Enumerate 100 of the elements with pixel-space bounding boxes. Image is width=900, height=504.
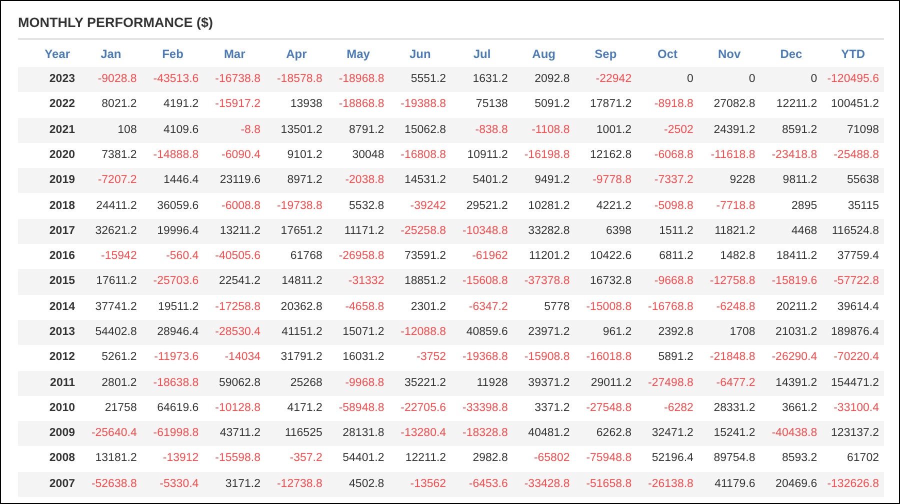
- value-cell: -22942: [574, 67, 637, 92]
- value-cell: -8.8: [204, 118, 266, 143]
- column-header: May: [327, 40, 390, 67]
- value-cell: -33100.4: [822, 396, 884, 422]
- value-cell: 6398: [574, 218, 637, 244]
- value-cell: 11171.2: [327, 218, 390, 244]
- value-cell: -39242: [389, 193, 452, 219]
- value-cell: 14391.2: [760, 370, 822, 396]
- value-cell: 20211.2: [760, 294, 822, 320]
- value-cell: -16808.8: [389, 142, 452, 168]
- value-cell: -12088.8: [389, 320, 452, 346]
- value-cell-text: 13938: [289, 97, 324, 112]
- value-cell: 5401.2: [451, 168, 513, 194]
- value-cell: 10911.2: [451, 142, 513, 168]
- value-cell: -18968.8: [327, 67, 390, 92]
- value-cell: -15598.8: [204, 446, 266, 472]
- value-cell: -15008.8: [574, 294, 637, 320]
- value-cell: -5330.4: [142, 472, 204, 498]
- value-cell-text: 75138: [474, 97, 509, 112]
- value-cell: 9101.2: [266, 142, 328, 168]
- value-cell: 35221.2: [389, 370, 452, 396]
- value-cell: -13562: [389, 472, 452, 498]
- value-cell: -33398.8: [451, 396, 513, 422]
- value-cell: 8593.2: [760, 446, 822, 472]
- value-cell: -7207.2: [80, 168, 142, 194]
- value-cell-text: 8021.2: [100, 97, 138, 112]
- value-cell: 17611.2: [80, 269, 142, 295]
- value-cell: -6008.8: [204, 193, 266, 219]
- value-cell: 37741.2: [80, 294, 142, 320]
- value-cell: -6248.8: [698, 294, 760, 320]
- value-cell: 35115: [822, 193, 884, 219]
- column-header: Dec: [760, 40, 822, 67]
- value-cell: -26138.8: [636, 472, 698, 498]
- value-cell: 1631.2: [451, 67, 513, 92]
- value-cell: 13181.2: [80, 446, 142, 472]
- value-cell: -838.8: [451, 118, 513, 143]
- value-cell: -61962: [451, 244, 513, 270]
- value-cell: 8971.2: [266, 168, 328, 194]
- column-header: YTD: [822, 40, 884, 67]
- year-cell: 2008: [18, 446, 80, 472]
- value-cell: -11618.8: [698, 142, 760, 168]
- value-cell: -51658.8: [574, 472, 637, 498]
- value-cell: -5098.8: [636, 193, 698, 219]
- value-cell: 4171.2: [266, 396, 328, 422]
- value-cell: 15071.2: [327, 320, 390, 346]
- value-cell: -120495.6: [822, 67, 884, 92]
- value-cell: 28331.2: [698, 396, 760, 422]
- value-cell: 55638: [822, 168, 884, 194]
- value-cell: -16768.8: [636, 294, 698, 320]
- value-cell-text: -19368.8: [462, 350, 509, 366]
- value-cell: -58948.8: [327, 396, 390, 422]
- value-cell: -4658.8: [327, 294, 390, 320]
- value-cell: -14888.8: [142, 142, 204, 168]
- value-cell: 21031.2: [760, 320, 822, 346]
- value-cell: 1446.4: [142, 168, 204, 194]
- section-title: MONTHLY PERFORMANCE ($): [18, 13, 884, 40]
- column-header: Jun: [389, 40, 452, 67]
- value-cell: 28946.4: [142, 320, 204, 346]
- value-cell: 32471.2: [636, 421, 698, 446]
- value-cell-text: 17871.2: [589, 97, 633, 112]
- year-cell-text: 2022: [48, 97, 76, 112]
- value-cell: 1511.2: [636, 218, 698, 244]
- value-cell-text: -15917.2: [214, 97, 262, 112]
- value-cell: 37759.4: [822, 244, 884, 270]
- column-header: Apr: [266, 40, 328, 67]
- value-cell: -15819.6: [760, 269, 822, 295]
- value-cell: 23119.6: [204, 168, 266, 194]
- value-cell: -57722.8: [822, 269, 884, 295]
- value-cell: 14531.2: [389, 168, 452, 194]
- value-cell: 6811.2: [636, 244, 698, 270]
- value-cell: 5551.2: [389, 67, 452, 92]
- value-cell: 23971.2: [512, 320, 575, 346]
- value-cell: -357.2: [266, 446, 328, 472]
- year-cell: 2018: [18, 193, 80, 219]
- value-cell: 2301.2: [389, 294, 452, 320]
- value-cell: 11201.2: [512, 244, 575, 270]
- value-cell: 0: [698, 67, 760, 92]
- value-cell: 4502.8: [327, 472, 390, 498]
- value-cell: 71098: [822, 118, 884, 143]
- year-cell: 2013: [18, 320, 80, 346]
- value-cell: 18411.2: [760, 244, 822, 270]
- value-cell: 12162.8: [574, 142, 637, 168]
- value-cell: 7381.2: [80, 142, 142, 168]
- value-cell-text: -15908.8: [523, 350, 571, 366]
- year-cell-text: 2012: [48, 350, 76, 366]
- value-cell: 61768: [266, 244, 328, 270]
- column-header: Jan: [80, 40, 142, 67]
- value-cell: 3171.2: [204, 472, 266, 498]
- value-cell: 41179.6: [698, 472, 760, 498]
- value-cell: -6347.2: [451, 294, 513, 320]
- value-cell: -25258.8: [389, 218, 452, 244]
- value-cell: 15241.2: [698, 421, 760, 446]
- year-cell: 2011: [18, 370, 80, 396]
- value-cell: 28131.8: [327, 421, 390, 446]
- value-cell: -40505.6: [204, 244, 266, 270]
- year-cell: 2015: [18, 269, 80, 295]
- value-cell: -9028.8: [80, 67, 142, 92]
- value-cell: -9668.8: [636, 269, 698, 295]
- value-cell-text: 5891.2: [657, 350, 694, 366]
- value-cell: 25268: [266, 370, 328, 396]
